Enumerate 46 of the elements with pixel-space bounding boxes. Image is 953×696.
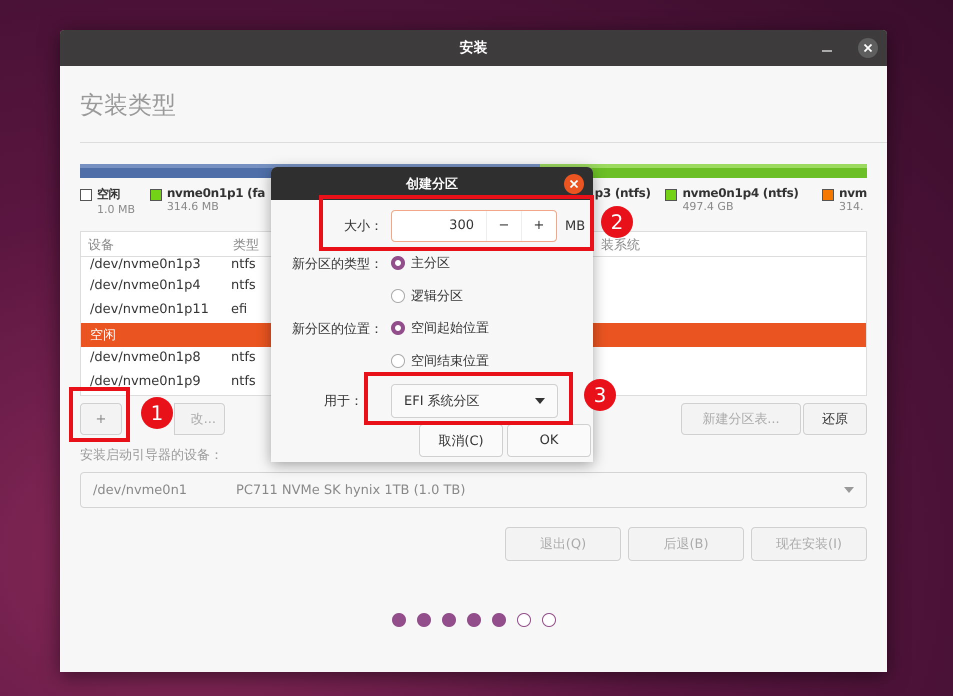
ok-button[interactable]: OK: [507, 424, 591, 457]
use-as-dropdown[interactable]: EFI 系统分区: [391, 384, 558, 418]
unit-label: MB: [565, 218, 586, 234]
legend-size: 314.6 MB: [166, 200, 220, 213]
close-icon[interactable]: [858, 38, 878, 58]
location-label: 新分区的位置：: [291, 321, 383, 338]
legend-label: p3 (ntfs): [594, 186, 651, 200]
table-cell[interactable]: /dev/nvme0n1p4: [90, 278, 201, 293]
cancel-button[interactable]: 取消(C): [419, 424, 503, 457]
caret-icon: [844, 487, 854, 493]
close-icon[interactable]: [564, 174, 584, 194]
table-cell: ntfs: [231, 374, 256, 389]
table-cell[interactable]: /dev/nvme0n1p8: [90, 350, 201, 365]
legend-label: nvme0n1p4 (ntfs): [682, 186, 799, 200]
column-header[interactable]: 装系统: [601, 236, 640, 254]
column-header[interactable]: 设备: [88, 236, 114, 254]
table-cell: ntfs: [231, 257, 256, 272]
type-label: 新分区的类型：: [291, 256, 383, 273]
legend-size: 497.4 GB: [682, 200, 734, 213]
table-cell[interactable]: /dev/nvme0n1p9: [90, 374, 201, 389]
use-label: 用于：: [323, 393, 363, 410]
table-cell: efi: [231, 302, 248, 317]
table-cell[interactable]: 空闲: [90, 326, 116, 344]
radio-option[interactable]: 主分区: [391, 252, 463, 274]
legend-size: 314.: [839, 200, 865, 213]
highlight-frame: [69, 387, 130, 442]
legend-label: nvme0n1p1 (fa: [166, 186, 266, 200]
window-title: 安装: [460, 39, 488, 57]
page-heading: 安装类型: [80, 90, 177, 119]
radio-option[interactable]: 空间结束位置: [391, 350, 489, 372]
radio-option[interactable]: 空间起始位置: [391, 317, 489, 339]
revert-button[interactable]: 还原: [803, 403, 867, 435]
legend-label: 空闲: [97, 186, 122, 203]
legend-label: nvm: [839, 186, 867, 200]
column-header[interactable]: 类型: [233, 236, 259, 254]
table-cell[interactable]: /dev/nvme0n1p3: [90, 257, 201, 272]
table-cell: ntfs: [231, 278, 256, 293]
dialog-title: 创建分区: [406, 176, 458, 192]
size-spin-field[interactable]: 300 − +: [391, 210, 557, 242]
table-cell: ntfs: [231, 350, 256, 365]
caret-icon: [535, 398, 545, 404]
radio-option[interactable]: 逻辑分区: [391, 285, 463, 307]
size-label: 大小：: [343, 218, 383, 235]
legend-size: 1.0 MB: [97, 203, 136, 216]
bootloader-label: 安装启动引导器的设备：: [80, 447, 224, 464]
table-cell[interactable]: /dev/nvme0n1p11: [90, 302, 209, 317]
